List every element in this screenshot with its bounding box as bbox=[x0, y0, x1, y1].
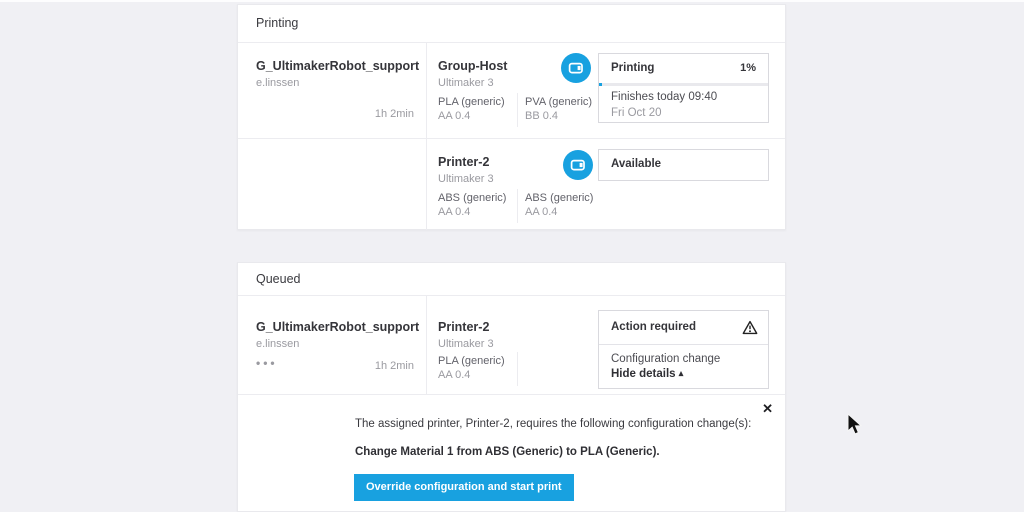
printing-section-title: Printing bbox=[256, 16, 299, 30]
printing-panel: Printing G_UltimakerRobot_support e.lins… bbox=[237, 4, 786, 230]
printer-name: Group-Host bbox=[438, 59, 508, 73]
material-1-core: AA 0.4 bbox=[438, 369, 471, 381]
divider bbox=[238, 295, 785, 296]
material-2-core: BB 0.4 bbox=[525, 110, 559, 122]
override-configuration-button[interactable]: Override configuration and start print bbox=[354, 474, 574, 501]
status-progress-percent: 1% bbox=[740, 62, 756, 74]
queued-panel: Queued G_UltimakerRobot_support e.linsse… bbox=[237, 262, 786, 512]
hide-details-label: Hide details bbox=[611, 368, 676, 380]
progress-bar-fill bbox=[599, 83, 602, 86]
status-label: Available bbox=[611, 158, 662, 170]
printer-name: Printer-2 bbox=[438, 320, 490, 334]
mouse-cursor bbox=[847, 413, 863, 435]
material-divider bbox=[517, 93, 518, 127]
caret-up-icon: ▴ bbox=[678, 368, 684, 378]
job-owner: e.linssen bbox=[256, 77, 300, 89]
divider bbox=[599, 344, 768, 345]
printer-model: Ultimaker 3 bbox=[438, 338, 494, 350]
divider bbox=[238, 394, 785, 395]
job-name: G_UltimakerRobot_support bbox=[256, 320, 420, 334]
close-icon[interactable]: ✕ bbox=[762, 402, 773, 415]
job-context-menu-button[interactable]: ••• bbox=[256, 356, 278, 370]
material-1-core: AA 0.4 bbox=[438, 110, 471, 122]
progress-bar-track bbox=[599, 83, 768, 86]
printer-group-icon bbox=[561, 53, 591, 83]
job-duration: 1h 2min bbox=[374, 108, 414, 120]
action-required-box: Action required Configuration change Hid… bbox=[598, 310, 769, 389]
column-divider bbox=[426, 42, 427, 230]
printer-model: Ultimaker 3 bbox=[438, 173, 494, 185]
status-finish-time: Finishes today 09:40 bbox=[611, 91, 718, 103]
material-divider bbox=[517, 352, 518, 386]
available-status-box: Available bbox=[598, 149, 769, 181]
material-1-name: PLA (generic) bbox=[438, 355, 505, 367]
material-1-core: AA 0.4 bbox=[438, 206, 471, 218]
column-divider bbox=[426, 295, 427, 394]
material-1-name: ABS (generic) bbox=[438, 192, 507, 204]
divider bbox=[238, 138, 785, 139]
window-top-edge bbox=[0, 0, 1024, 2]
material-2-name: ABS (generic) bbox=[525, 192, 594, 204]
configuration-message: The assigned printer, Printer-2, require… bbox=[355, 418, 752, 430]
status-detail: Configuration change bbox=[611, 353, 721, 365]
status-finish-date: Fri Oct 20 bbox=[611, 107, 662, 119]
warning-icon bbox=[742, 320, 758, 335]
status-label: Printing bbox=[611, 62, 655, 74]
material-2-core: AA 0.4 bbox=[525, 206, 558, 218]
job-name: G_UltimakerRobot_support bbox=[256, 59, 420, 73]
hide-details-toggle[interactable]: Hide details ▴ bbox=[611, 368, 683, 380]
job-duration: 1h 2min bbox=[374, 360, 414, 372]
material-1-name: PLA (generic) bbox=[438, 96, 505, 108]
material-2-name: PVA (generic) bbox=[525, 96, 593, 108]
configuration-change-line: Change Material 1 from ABS (Generic) to … bbox=[355, 446, 660, 458]
printer-name: Printer-2 bbox=[438, 155, 490, 169]
printer-model: Ultimaker 3 bbox=[438, 77, 494, 89]
print-status-box: Printing 1% Finishes today 09:40 Fri Oct… bbox=[598, 53, 769, 123]
material-divider bbox=[517, 189, 518, 223]
printer-icon bbox=[563, 150, 593, 180]
app-root: Printing G_UltimakerRobot_support e.lins… bbox=[0, 0, 1024, 512]
divider bbox=[238, 42, 785, 43]
queued-section-title: Queued bbox=[256, 272, 301, 286]
status-label: Action required bbox=[611, 321, 696, 333]
job-owner: e.linssen bbox=[256, 338, 300, 350]
